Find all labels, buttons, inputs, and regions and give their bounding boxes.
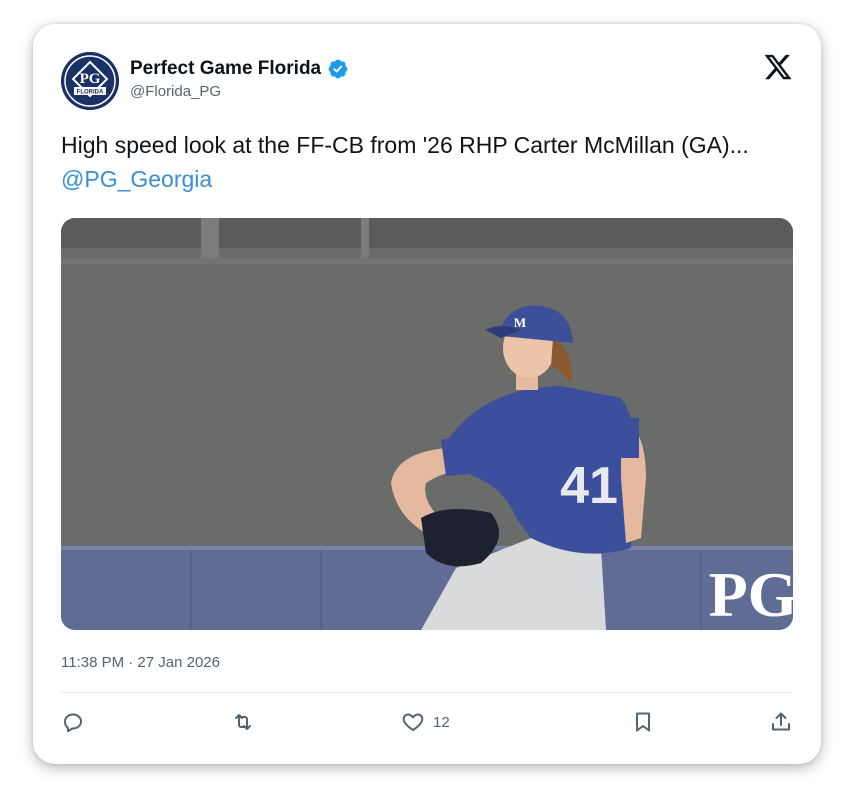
watermark-text: PG (709, 559, 793, 630)
avatar-text: PG (80, 71, 101, 87)
tweet-actions: 12 (61, 704, 793, 740)
author-avatar[interactable]: PG FLORIDA (61, 52, 119, 110)
actions-divider (61, 692, 793, 693)
jersey-number: 41 (560, 457, 618, 515)
x-logo-icon[interactable] (763, 52, 793, 82)
like-button[interactable]: 12 (401, 710, 450, 734)
mention-link[interactable]: @PG_Georgia (61, 166, 212, 192)
retweet-icon (235, 714, 251, 730)
retweet-button[interactable] (231, 710, 255, 734)
tweet-text: High speed look at the FF-CB from '26 RH… (61, 128, 791, 196)
share-icon (772, 712, 790, 731)
tweet-media-photo[interactable]: 41 M PG (61, 218, 793, 630)
author-handle[interactable]: @Florida_PG (130, 83, 221, 100)
reply-button[interactable] (61, 710, 85, 734)
like-count: 12 (433, 713, 450, 731)
tweet-body: High speed look at the FF-CB from '26 RH… (61, 132, 749, 158)
heart-icon (402, 713, 424, 731)
pg-florida-logo: PG FLORIDA (61, 52, 119, 110)
svg-text:M: M (514, 315, 526, 330)
author-name-row[interactable]: Perfect Game Florida (130, 58, 349, 80)
tweet-card: PG FLORIDA Perfect Game Florida @Florida… (33, 24, 821, 764)
bookmark-button[interactable] (631, 710, 655, 734)
verified-badge-icon (328, 59, 348, 79)
reply-icon (64, 713, 82, 733)
pg-watermark: PG (709, 559, 793, 630)
tweet-timestamp[interactable]: 11:38 PM · 27 Jan 2026 (61, 654, 220, 671)
pitcher-photo: 41 M PG (61, 218, 793, 630)
avatar-banner-text: FLORIDA (77, 90, 104, 96)
bookmark-icon (636, 712, 650, 732)
share-button[interactable] (769, 710, 793, 734)
author-name[interactable]: Perfect Game Florida (130, 58, 321, 80)
